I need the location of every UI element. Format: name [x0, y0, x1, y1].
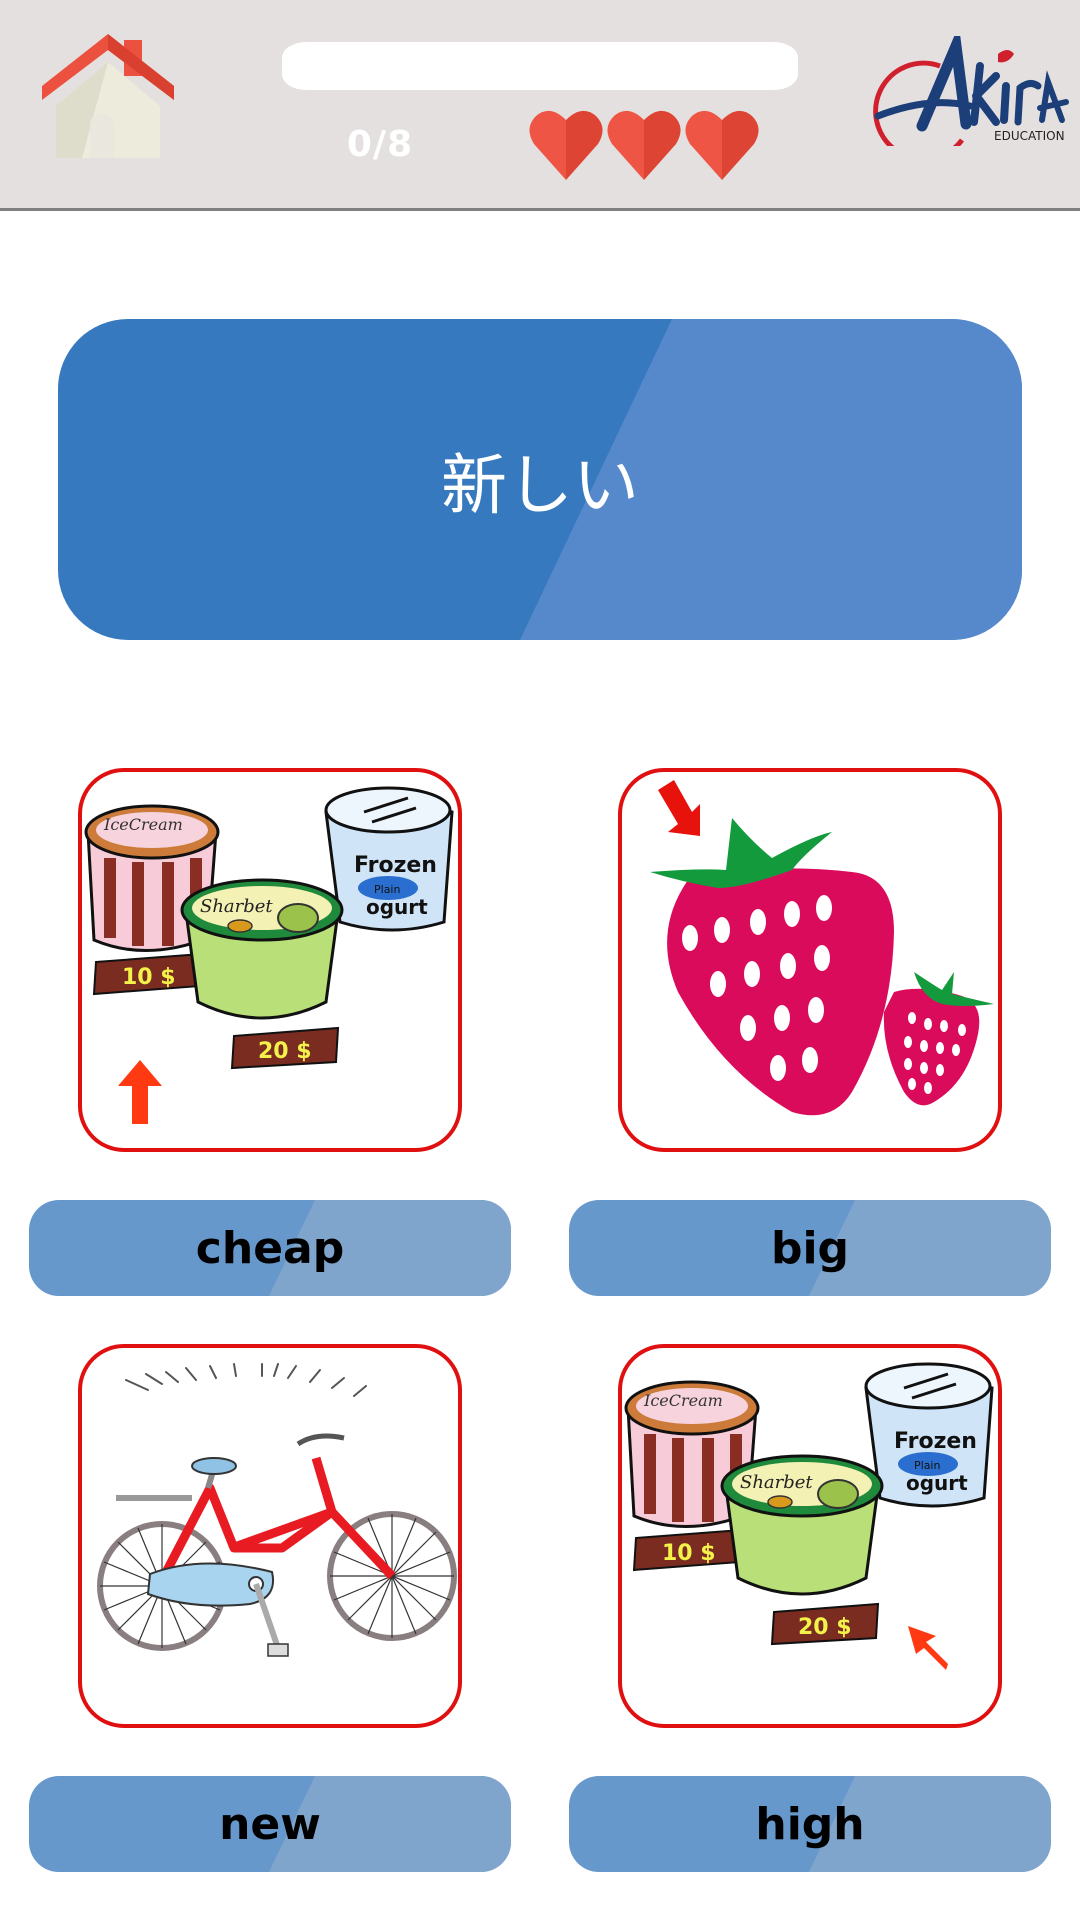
score-counter: 0/8	[346, 124, 414, 165]
svg-text:ogurt: ogurt	[906, 1471, 968, 1495]
heart-icon	[684, 108, 760, 180]
svg-text:10 $: 10 $	[662, 1541, 716, 1566]
choice-image-big[interactable]	[618, 768, 1002, 1152]
svg-text:IceCream: IceCream	[643, 1391, 723, 1410]
answer-label: high	[755, 1798, 865, 1850]
svg-text:Sharbet: Sharbet	[200, 896, 273, 917]
svg-text:20 $: 20 $	[798, 1615, 852, 1640]
svg-text:Frozen: Frozen	[894, 1429, 977, 1454]
choice-image-cheap[interactable]: Frozen Plain ogurt IceCream 10 $ Sharbet 20 $	[78, 768, 462, 1152]
svg-text:10 $: 10 $	[122, 965, 176, 990]
svg-text:ogurt: ogurt	[366, 895, 428, 919]
answer-button-big[interactable]: big	[569, 1200, 1051, 1296]
answer-button-high[interactable]: high	[569, 1776, 1051, 1872]
lives-indicator	[528, 108, 760, 180]
choice-image-high[interactable]: Frozen Plain ogurt IceCream 10 $ Sharbet 20 $	[618, 1344, 1002, 1728]
ice-cream-prices-high-image: FrozenPlainogurtIceCream10 $Sharbet20 $	[624, 1362, 994, 1670]
svg-text:IceCream: IceCream	[103, 815, 183, 834]
answer-label: cheap	[195, 1222, 345, 1274]
prompt-card: 新しい	[58, 319, 1022, 640]
svg-text:Frozen: Frozen	[354, 853, 437, 878]
svg-text:Sharbet: Sharbet	[740, 1472, 813, 1493]
arrow-up-left-icon	[908, 1626, 948, 1670]
heart-icon	[606, 108, 682, 180]
progress-bar	[282, 42, 798, 90]
answer-button-new[interactable]: new	[29, 1776, 511, 1872]
home-button[interactable]	[42, 34, 174, 158]
heart-icon	[528, 108, 604, 180]
svg-text:EDUCATION: EDUCATION	[994, 129, 1065, 143]
new-bicycle-image	[97, 1363, 457, 1657]
answer-label: new	[219, 1798, 321, 1850]
prompt-word: 新しい	[441, 446, 639, 524]
home-icon	[42, 34, 174, 158]
answer-label: big	[770, 1222, 850, 1274]
answer-button-cheap[interactable]: cheap	[29, 1200, 511, 1296]
header-divider	[0, 208, 1080, 211]
ice-cream-prices-cheap-image: FrozenPlainogurtIceCream10 $Sharbet20 $	[84, 786, 454, 1124]
arrow-up-icon	[118, 1060, 162, 1124]
top-bar: 0/8 EDUCATION	[0, 0, 1080, 208]
choice-image-new[interactable]	[78, 1344, 462, 1728]
svg-text:20 $: 20 $	[258, 1039, 312, 1064]
strawberries-big-image	[650, 780, 994, 1116]
akira-education-logo: EDUCATION	[870, 25, 1070, 162]
arrow-down-right-icon	[658, 780, 700, 836]
